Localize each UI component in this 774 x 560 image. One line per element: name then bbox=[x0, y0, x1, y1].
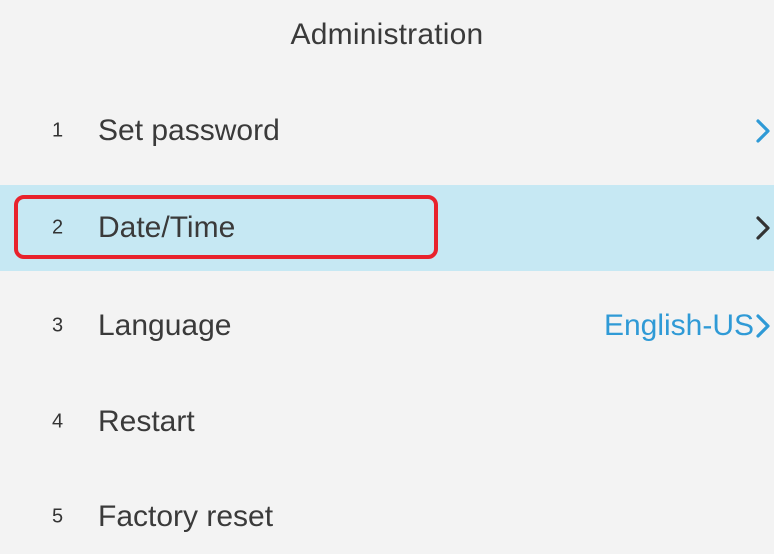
menu-item-right bbox=[756, 216, 770, 240]
language-value: English-US bbox=[603, 309, 754, 342]
chevron-right-icon bbox=[756, 119, 770, 143]
menu-item-label: Language bbox=[98, 309, 232, 342]
menu-item-right: English-US bbox=[604, 309, 770, 343]
page-title: Administration bbox=[290, 18, 484, 51]
menu-item-number: 3 bbox=[52, 314, 64, 337]
menu-item-label: Date/Time bbox=[98, 211, 236, 244]
menu-item-label: Set password bbox=[98, 114, 280, 147]
menu-item-restart[interactable]: 4 Restart bbox=[0, 379, 774, 465]
menu-item-label: Factory reset bbox=[98, 500, 274, 533]
menu-item-right bbox=[756, 119, 770, 143]
chevron-right-icon bbox=[756, 314, 770, 338]
menu-item-date-time[interactable]: 2 Date/Time bbox=[0, 185, 774, 271]
menu-item-number: 1 bbox=[52, 119, 64, 142]
menu-item-number: 4 bbox=[52, 410, 64, 433]
menu-item-factory-reset[interactable]: 5 Factory reset bbox=[0, 474, 774, 560]
administration-screen: Administration 1 Set password 2 Date/Tim… bbox=[0, 0, 774, 554]
menu-item-language[interactable]: 3 Language English-US bbox=[0, 283, 774, 369]
menu-item-number: 2 bbox=[52, 216, 64, 239]
chevron-right-icon bbox=[756, 216, 770, 240]
menu-item-number: 5 bbox=[52, 505, 64, 528]
menu-item-label: Restart bbox=[98, 405, 195, 438]
menu-item-set-password[interactable]: 1 Set password bbox=[0, 88, 774, 174]
